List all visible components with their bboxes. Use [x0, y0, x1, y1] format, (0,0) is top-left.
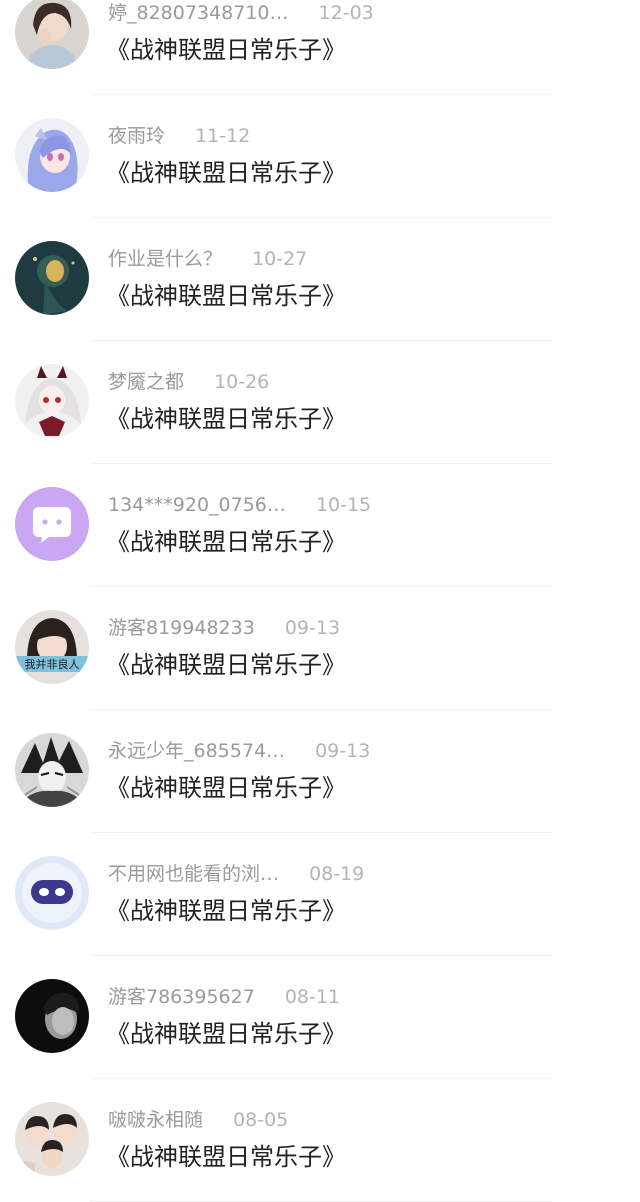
comment-date: 08-11	[284, 986, 341, 1008]
comment-text: 《战神联盟日常乐子》	[106, 159, 346, 187]
comment-date: 12-03	[318, 2, 374, 24]
comment-item[interactable]: 作业是什么？ 10-27 《战神联盟日常乐子》	[0, 218, 640, 341]
anime-girl-avatar[interactable]	[15, 118, 89, 192]
group-photo-avatar[interactable]	[15, 1102, 89, 1176]
username[interactable]: 134***920_0756…	[108, 490, 286, 520]
comment-meta: 夜雨玲 11-12	[108, 121, 250, 151]
comment-text: 《战神联盟日常乐子》	[106, 405, 346, 433]
anime-bunny-avatar[interactable]	[15, 364, 89, 438]
comment-date: 10-26	[214, 371, 270, 393]
username[interactable]: 夜雨玲	[108, 121, 165, 151]
comment-meta: 婷_82807348710… 12-03	[108, 0, 374, 28]
comment-item[interactable]: 梦魇之都 10-26 《战神联盟日常乐子》	[0, 341, 640, 464]
comment-text: 《战神联盟日常乐子》	[106, 36, 346, 64]
username[interactable]: 梦魇之都	[108, 367, 184, 397]
comment-date: 10-15	[315, 494, 372, 516]
comment-date: 08-05	[233, 1109, 289, 1131]
comment-text: 《战神联盟日常乐子》	[106, 1143, 346, 1171]
comment-meta: 游客786395627 08-11	[108, 982, 340, 1012]
comment-date: 10-27	[252, 248, 308, 270]
comment-text: 《战神联盟日常乐子》	[106, 651, 346, 679]
comment-meta: 啵啵永相随 08-05	[108, 1105, 288, 1135]
comment-date: 09-13	[284, 617, 341, 639]
comment-meta: 不用网也能看的浏… 08-19	[108, 859, 364, 889]
comment-item[interactable]: 不用网也能看的浏… 08-19 《战神联盟日常乐子》	[0, 833, 640, 956]
comment-item[interactable]: 夜雨玲 11-12 《战神联盟日常乐子》	[0, 95, 640, 218]
comment-list: 婷_82807348710… 12-03 《战神联盟日常乐子》 夜雨玲 11-1…	[0, 0, 640, 1202]
comment-item[interactable]: 游客786395627 08-11 《战神联盟日常乐子》	[0, 956, 640, 1079]
bw-photo-avatar[interactable]	[15, 979, 89, 1053]
username[interactable]: 啵啵永相随	[108, 1105, 203, 1135]
comment-text: 《战神联盟日常乐子》	[106, 1020, 346, 1048]
comment-date: 08-19	[309, 863, 365, 885]
comment-item[interactable]: 啵啵永相随 08-05 《战神联盟日常乐子》	[0, 1079, 640, 1202]
comment-date: 09-13	[315, 740, 371, 762]
avatar-caption: 我并非良人	[25, 657, 80, 671]
dark-scene-avatar[interactable]	[15, 241, 89, 315]
comment-text: 《战神联盟日常乐子》	[106, 528, 346, 556]
username[interactable]: 婷_82807348710…	[108, 0, 288, 28]
comment-item[interactable]: 我并非良人 游客819948233 09-13 《战神联盟日常乐子》	[0, 587, 640, 710]
username[interactable]: 作业是什么？	[108, 244, 222, 274]
comment-item[interactable]: 永远少年_685574… 09-13 《战神联盟日常乐子》	[0, 710, 640, 833]
girl-with-caption-avatar[interactable]: 我并非良人	[15, 610, 89, 684]
comment-meta: 134***920_0756… 10-15	[108, 490, 371, 520]
username[interactable]: 游客786395627	[108, 982, 255, 1012]
comment-meta: 梦魇之都 10-26	[108, 367, 269, 397]
purple-chat-bubble-avatar[interactable]	[15, 487, 89, 561]
username[interactable]: 游客819948233	[108, 613, 255, 643]
robot-face-avatar[interactable]	[15, 856, 89, 930]
comment-text: 《战神联盟日常乐子》	[106, 897, 346, 925]
comment-date: 11-12	[195, 125, 251, 147]
username[interactable]: 不用网也能看的浏…	[108, 859, 279, 889]
girl-photo-avatar[interactable]	[15, 0, 89, 69]
comment-meta: 永远少年_685574… 09-13	[108, 736, 370, 766]
comment-text: 《战神联盟日常乐子》	[106, 774, 346, 802]
comment-item[interactable]: 134***920_0756… 10-15 《战神联盟日常乐子》	[0, 464, 640, 587]
username[interactable]: 永远少年_685574…	[108, 736, 285, 766]
comment-item[interactable]: 婷_82807348710… 12-03 《战神联盟日常乐子》	[0, 0, 640, 95]
manga-character-avatar[interactable]	[15, 733, 89, 807]
comment-meta: 游客819948233 09-13	[108, 613, 340, 643]
comment-text: 《战神联盟日常乐子》	[106, 282, 346, 310]
comment-meta: 作业是什么？ 10-27	[108, 244, 307, 274]
